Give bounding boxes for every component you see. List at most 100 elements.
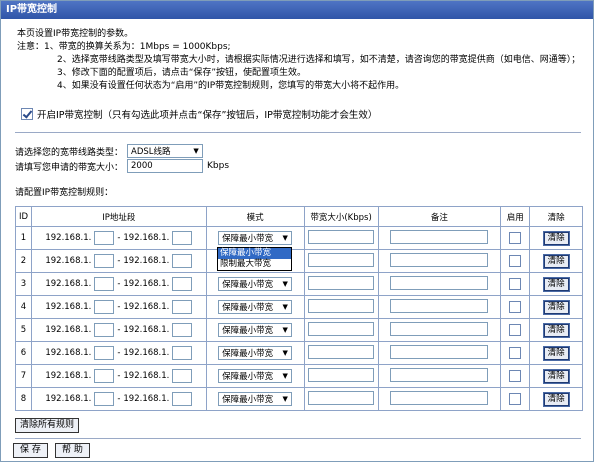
bandwidth-size-input[interactable] <box>308 321 375 336</box>
ip-start-input[interactable] <box>94 300 115 314</box>
enable-cell <box>500 272 531 296</box>
row-id: 7 <box>15 364 32 388</box>
mode-dropdown-list: 保障最小带宽 限制最大带宽 <box>217 247 292 271</box>
clear-all-button[interactable]: 清除所有规则 <box>15 418 80 433</box>
note-input[interactable] <box>390 390 489 405</box>
rule-enable-checkbox[interactable] <box>509 370 522 382</box>
rule-enable-checkbox[interactable] <box>509 324 522 336</box>
enable-cell <box>500 295 531 319</box>
ip-end-input[interactable] <box>172 323 193 337</box>
bandwidth-size-input[interactable] <box>308 367 375 382</box>
note-input[interactable] <box>390 298 489 313</box>
intro-text: 本页设置IP带宽控制的参数。 <box>17 29 134 39</box>
enable-cell <box>500 318 531 342</box>
mode-value: 保障最小带宽 <box>222 234 274 244</box>
header-bandwidth: 带宽大小(Kbps) <box>303 206 379 227</box>
rule-enable-checkbox[interactable] <box>509 393 522 405</box>
rule-enable-checkbox[interactable] <box>509 301 522 313</box>
rule-enable-checkbox[interactable] <box>509 255 522 267</box>
ip-start-input[interactable] <box>94 277 115 291</box>
ip-end-input[interactable] <box>172 346 193 360</box>
rules-table: ID IP地址段 模式 带宽大小(Kbps) 备注 启用 清除 1 192.168… <box>15 206 583 411</box>
ip-end-input[interactable] <box>172 392 193 406</box>
save-button[interactable]: 保 存 <box>13 443 48 458</box>
ip-range-cell: 192.168.1. -192.168.1. <box>30 341 207 365</box>
header-note: 备注 <box>377 206 502 227</box>
bandwidth-size-input[interactable] <box>308 344 375 359</box>
ip-start-prefix: 192.168.1. <box>45 256 92 266</box>
mode-value: 保障最小带宽 <box>222 349 274 359</box>
mode-select[interactable]: 保障最小带宽 ▼ <box>218 369 293 383</box>
chevron-down-icon: ▼ <box>282 395 288 403</box>
note-input[interactable] <box>390 252 489 267</box>
mode-select[interactable]: 保障最小带宽 ▼ <box>218 231 293 245</box>
ip-end-input[interactable] <box>172 254 193 268</box>
ip-end-prefix: 192.168.1. <box>123 279 170 289</box>
mode-select[interactable]: 保障最小带宽 ▼ <box>218 300 293 314</box>
ip-start-input[interactable] <box>94 392 115 406</box>
clear-button[interactable]: 清除 <box>542 345 570 361</box>
note-cell <box>377 295 502 319</box>
table-row: 8 192.168.1. -192.168.1. 保障最小带宽 ▼ 清除 <box>15 387 583 411</box>
line-type-label: 请选择您的宽带线路类型： <box>15 147 124 158</box>
note-text: 1、带宽的换算关系为：1Mbps = 1000Kbps; <box>44 42 231 52</box>
clear-button[interactable]: 清除 <box>542 322 570 338</box>
ip-end-input[interactable] <box>172 231 193 245</box>
note-line-3: 3、修改下面的配置项后，请点击“保存”按钮，使配置项生效。 <box>57 68 307 78</box>
ip-start-input[interactable] <box>94 323 115 337</box>
mode-option-min[interactable]: 保障最小带宽 <box>218 248 291 259</box>
bandwidth-size-input[interactable] <box>308 252 375 267</box>
clear-cell: 清除 <box>529 295 583 319</box>
bandwidth-size-input[interactable] <box>308 390 375 405</box>
note-input[interactable] <box>390 229 489 244</box>
clear-button[interactable]: 清除 <box>542 230 570 246</box>
mode-select[interactable]: 保障最小带宽 ▼ <box>218 277 293 291</box>
ip-start-input[interactable] <box>94 346 115 360</box>
clear-button[interactable]: 清除 <box>542 253 570 269</box>
header-clear: 清除 <box>529 206 583 227</box>
note-cell <box>377 341 502 365</box>
mode-option-max[interactable]: 限制最大带宽 <box>218 259 291 270</box>
clear-button[interactable]: 清除 <box>542 299 570 315</box>
ip-range-cell: 192.168.1. -192.168.1. <box>30 226 207 250</box>
mode-select[interactable]: 保障最小带宽 ▼ <box>218 323 293 337</box>
mode-select[interactable]: 保障最小带宽 ▼ <box>218 392 293 406</box>
note-input[interactable] <box>390 344 489 359</box>
ip-end-input[interactable] <box>172 277 193 291</box>
clear-button[interactable]: 清除 <box>542 368 570 384</box>
ip-start-input[interactable] <box>94 231 115 245</box>
ip-start-input[interactable] <box>94 254 115 268</box>
ip-start-prefix: 192.168.1. <box>45 348 92 358</box>
ip-start-prefix: 192.168.1. <box>45 233 92 243</box>
note-cell <box>377 364 502 388</box>
bandwidth-size-input[interactable] <box>308 298 375 313</box>
ip-end-input[interactable] <box>172 369 193 383</box>
ip-range-cell: 192.168.1. -192.168.1. <box>30 364 207 388</box>
bandwidth-input[interactable]: 2000 <box>127 159 204 173</box>
clear-button[interactable]: 清除 <box>542 276 570 292</box>
clear-cell: 清除 <box>529 387 583 411</box>
note-cell <box>377 249 502 273</box>
rule-enable-checkbox[interactable] <box>509 347 522 359</box>
ip-separator: - <box>117 325 121 335</box>
row-id: 1 <box>15 226 32 250</box>
help-button[interactable]: 帮 助 <box>55 443 90 458</box>
ip-start-input[interactable] <box>94 369 115 383</box>
clear-cell: 清除 <box>529 272 583 296</box>
note-input[interactable] <box>390 367 489 382</box>
note-input[interactable] <box>390 275 489 290</box>
rule-enable-checkbox[interactable] <box>509 232 522 244</box>
mode-select[interactable]: 保障最小带宽 ▼ <box>218 346 293 360</box>
ip-end-input[interactable] <box>172 300 193 314</box>
bandwidth-size-input[interactable] <box>308 229 375 244</box>
clear-button[interactable]: 清除 <box>542 391 570 407</box>
line-type-select[interactable]: ADSL线路 ▼ <box>127 144 204 158</box>
bandwidth-size-input[interactable] <box>308 275 375 290</box>
ip-separator: - <box>117 279 121 289</box>
rule-enable-checkbox[interactable] <box>509 278 522 290</box>
clear-cell: 清除 <box>529 364 583 388</box>
enable-checkbox[interactable] <box>21 108 33 120</box>
ip-end-prefix: 192.168.1. <box>123 325 170 335</box>
table-row: 4 192.168.1. -192.168.1. 保障最小带宽 ▼ 清除 <box>15 295 583 319</box>
note-input[interactable] <box>390 321 489 336</box>
